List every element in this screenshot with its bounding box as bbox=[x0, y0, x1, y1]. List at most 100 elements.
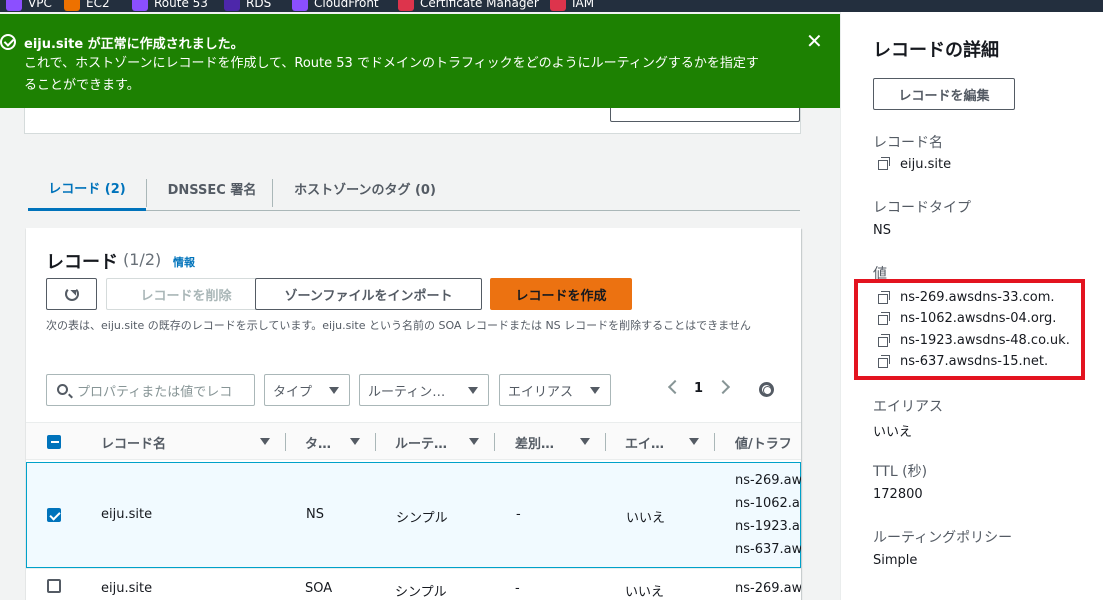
panel-title: レコードの詳細 bbox=[873, 40, 999, 61]
records-count: (1/2) bbox=[123, 250, 162, 269]
tab-divider bbox=[272, 179, 273, 207]
flash-message: これで、ホストゾーンにレコードを作成して、Route 53 でドメインのトラフィ… bbox=[24, 56, 759, 93]
shortcut-ec2[interactable]: EC2 bbox=[64, 0, 110, 12]
close-icon[interactable]: ✕ bbox=[806, 31, 823, 51]
sort-icon[interactable] bbox=[260, 438, 270, 445]
search-placeholder: プロパティまたは値でレコ bbox=[77, 384, 233, 400]
column-divider[interactable] bbox=[285, 433, 286, 451]
shortcut-rds[interactable]: RDS bbox=[224, 0, 271, 12]
routing-policy-label: ルーティングポリシー bbox=[873, 530, 1013, 546]
record-type-value: NS bbox=[873, 223, 891, 238]
gear-icon[interactable] bbox=[759, 382, 774, 397]
alias-label: エイリアス bbox=[873, 399, 943, 415]
column-header-type[interactable]: タ… bbox=[305, 423, 345, 461]
cell-value-line: ns-269.aw bbox=[735, 581, 801, 596]
cell-alias: いいえ bbox=[626, 511, 666, 526]
column-header-alias[interactable]: エイ… bbox=[625, 423, 675, 461]
routing-filter-select[interactable]: ルーティン… bbox=[359, 374, 489, 406]
refresh-button[interactable] bbox=[46, 278, 97, 310]
chevron-down-icon bbox=[590, 387, 600, 394]
service-shortcuts-bar: VPC EC2 Route 53 RDS CloudFront Certific… bbox=[0, 0, 1103, 12]
acm-icon bbox=[398, 0, 414, 11]
sort-icon[interactable] bbox=[469, 438, 479, 445]
record-name-label: レコード名 bbox=[873, 135, 943, 151]
table-header: レコード名 タ… ルーテ… 差別… エイ… 値/トラフ bbox=[26, 422, 801, 460]
column-header-differentiator[interactable]: 差別… bbox=[515, 423, 575, 461]
shortcut-cloudfront[interactable]: CloudFront bbox=[292, 0, 379, 12]
flash-title: eiju.site が正常に作成されました。 bbox=[24, 37, 244, 52]
table-row[interactable]: eiju.site NS シンプル - いいえ ns-269.aw ns-106… bbox=[26, 462, 801, 568]
column-divider[interactable] bbox=[375, 433, 376, 451]
tab-dnssec[interactable]: DNSSEC 署名 bbox=[152, 167, 272, 210]
column-header-record-name[interactable]: レコード名 bbox=[101, 423, 241, 461]
sort-icon[interactable] bbox=[689, 438, 699, 445]
column-header-routing[interactable]: ルーテ… bbox=[395, 423, 457, 461]
column-divider[interactable] bbox=[714, 433, 715, 451]
info-link[interactable]: 情報 bbox=[173, 254, 195, 270]
records-title: レコード bbox=[46, 252, 118, 273]
alias-filter-select[interactable]: エイリアス bbox=[499, 374, 611, 406]
cell-alias: いいえ bbox=[625, 585, 665, 600]
column-divider[interactable] bbox=[494, 433, 495, 451]
cell-value-line: ns-1923.a bbox=[735, 519, 800, 534]
type-filter-select[interactable]: タイプ bbox=[264, 374, 350, 406]
tab-bar: レコード (2) DNSSEC 署名 ホストゾーンのタグ (0) bbox=[28, 167, 800, 211]
import-zone-file-button[interactable]: ゾーンファイルをインポート bbox=[255, 278, 482, 310]
cell-record-name[interactable]: eiju.site bbox=[101, 581, 152, 596]
tab-divider bbox=[146, 179, 147, 207]
shortcut-iam[interactable]: IAM bbox=[550, 0, 594, 12]
rds-icon bbox=[224, 0, 240, 11]
ttl-label: TTL (秒) bbox=[873, 464, 928, 480]
ttl-value: 172800 bbox=[873, 487, 923, 502]
cell-record-name[interactable]: eiju.site bbox=[101, 507, 152, 522]
table-row[interactable]: eiju.site SOA シンプル - いいえ ns-269.aw bbox=[26, 568, 801, 600]
success-check-icon bbox=[0, 34, 16, 50]
cell-value-line: ns-637.aw bbox=[735, 542, 801, 557]
sort-icon[interactable] bbox=[350, 438, 360, 445]
cell-differentiator: - bbox=[516, 507, 521, 522]
cell-type: NS bbox=[306, 507, 324, 522]
copy-icon[interactable] bbox=[878, 157, 890, 170]
ec2-icon bbox=[64, 0, 80, 11]
cloudfront-icon bbox=[292, 0, 308, 11]
routing-policy-value: Simple bbox=[873, 553, 918, 568]
success-flashbar: eiju.site が正常に作成されました。 これで、ホストゾーンにレコードを作… bbox=[0, 14, 840, 108]
sort-icon[interactable] bbox=[580, 438, 590, 445]
chevron-down-icon bbox=[329, 387, 339, 394]
vpc-icon bbox=[6, 0, 22, 11]
edit-record-button[interactable]: レコードを編集 bbox=[873, 78, 1015, 110]
iam-icon bbox=[550, 0, 566, 11]
cell-routing: シンプル bbox=[395, 585, 447, 600]
delete-record-button[interactable]: レコードを削除 bbox=[106, 278, 266, 310]
route53-icon bbox=[132, 0, 148, 11]
shortcut-certificate-manager[interactable]: Certificate Manager bbox=[398, 0, 539, 12]
column-header-value[interactable]: 値/トラフ bbox=[735, 423, 801, 461]
records-container: レコード (1/2) 情報 レコードを削除 ゾーンファイルをインポート レコード… bbox=[26, 228, 801, 600]
select-all-checkbox[interactable] bbox=[47, 435, 61, 449]
column-divider[interactable] bbox=[605, 433, 606, 451]
records-description: 次の表は、eiju.site の既存のレコードを示しています。eiju.site… bbox=[46, 319, 751, 332]
main-content: eiju.site が正常に作成されました。 これで、ホストゾーンにレコードを作… bbox=[0, 12, 840, 600]
cell-value-line: ns-1062.a bbox=[735, 496, 800, 511]
record-type-label: レコードタイプ bbox=[873, 200, 971, 216]
create-record-button[interactable]: レコードを作成 bbox=[490, 278, 632, 310]
cell-value-line: ns-269.aw bbox=[735, 473, 801, 488]
cell-routing: シンプル bbox=[396, 511, 448, 526]
shortcut-vpc[interactable]: VPC bbox=[6, 0, 52, 12]
search-icon bbox=[57, 384, 68, 395]
record-name-value: eiju.site bbox=[900, 157, 952, 172]
refresh-icon bbox=[64, 287, 79, 301]
search-input[interactable]: プロパティまたは値でレコ bbox=[46, 374, 255, 406]
next-page-icon[interactable] bbox=[715, 379, 731, 395]
tab-records[interactable]: レコード (2) bbox=[28, 167, 146, 211]
row-checkbox[interactable] bbox=[47, 579, 61, 593]
value-highlight-box bbox=[854, 279, 1085, 380]
shortcut-route53[interactable]: Route 53 bbox=[132, 0, 208, 12]
previous-page-icon[interactable] bbox=[667, 379, 683, 395]
cell-type: SOA bbox=[305, 581, 333, 596]
cell-differentiator: - bbox=[515, 581, 520, 596]
row-checkbox[interactable] bbox=[47, 508, 61, 522]
tab-hosted-zone-tags[interactable]: ホストゾーンのタグ (0) bbox=[280, 167, 450, 210]
chevron-down-icon bbox=[468, 387, 478, 394]
current-page[interactable]: 1 bbox=[694, 381, 703, 396]
